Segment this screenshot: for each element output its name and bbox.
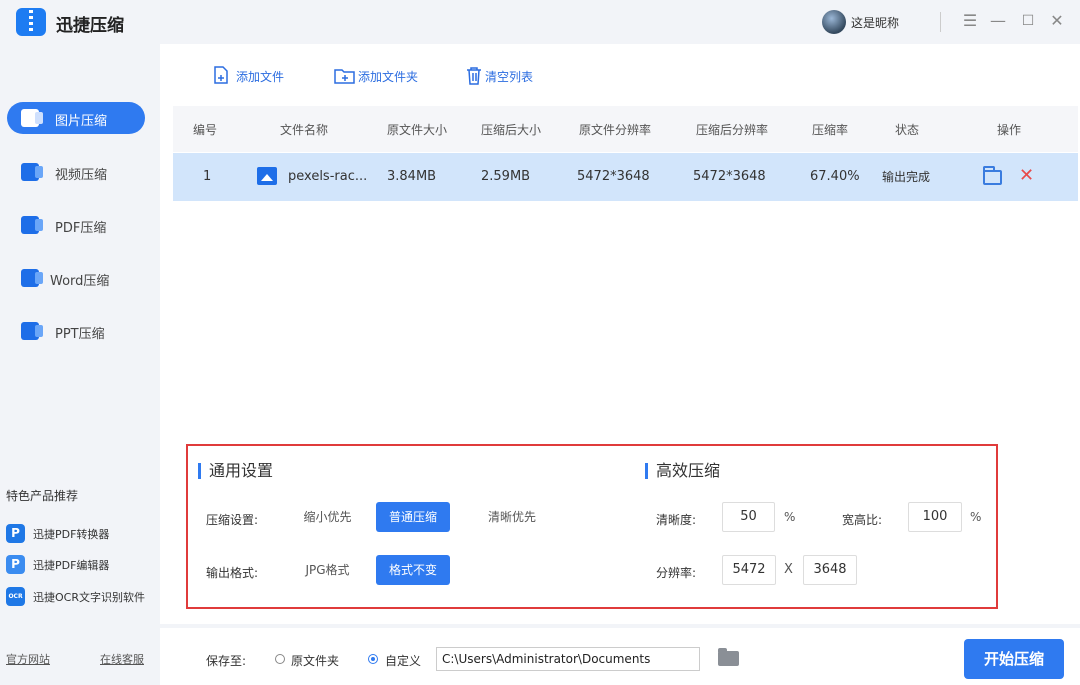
clarity-label: 清晰度:	[656, 513, 697, 527]
sidebar-item-label: Word压缩	[50, 274, 110, 289]
aspect-ratio-label: 宽高比:	[842, 513, 883, 527]
col-ratio: 压缩率	[812, 123, 849, 137]
compress-setting-label: 压缩设置:	[206, 513, 259, 527]
option-keep-format[interactable]: 格式不变	[376, 555, 450, 585]
pdf-editor-icon: P	[6, 555, 25, 574]
pdf-converter-icon: P	[6, 524, 25, 543]
add-file-label: 添加文件	[236, 70, 285, 84]
resolution-width-input[interactable]: 5472	[722, 555, 776, 585]
col-index: 编号	[193, 123, 218, 137]
bottom-bar: 保存至: 原文件夹 自定义 C:\Users\Administrator\Doc…	[160, 628, 1080, 685]
row-orig-size: 3.84MB	[387, 169, 437, 184]
avatar[interactable]	[822, 10, 846, 34]
sidebar-item-label: PDF压缩	[55, 221, 107, 236]
row-file-name: pexels-rac...	[288, 169, 368, 184]
row-comp-res: 5472*3648	[693, 169, 766, 184]
ppt-compress-icon	[21, 322, 43, 340]
pdf-compress-icon	[21, 216, 43, 234]
save-to-label: 保存至:	[206, 654, 247, 668]
clarity-input[interactable]: 50	[722, 502, 775, 532]
radio-custom[interactable]	[368, 654, 378, 664]
row-index: 1	[203, 169, 212, 184]
output-format-label: 输出格式:	[206, 566, 259, 580]
sidebar-item-video[interactable]: 视频压缩	[7, 156, 145, 188]
option-jpg[interactable]: JPG格式	[290, 555, 365, 585]
sidebar-item-label: PPT压缩	[55, 327, 105, 342]
save-path-input[interactable]: C:\Users\Administrator\Documents	[436, 647, 700, 671]
open-folder-icon[interactable]	[983, 166, 1002, 185]
col-orig-size: 原文件大小	[387, 123, 448, 137]
row-ratio: 67.40%	[810, 169, 860, 184]
ocr-icon: OCR	[6, 587, 25, 606]
sidebar-item-word[interactable]: Word压缩	[7, 262, 145, 294]
col-comp-size: 压缩后大小	[481, 123, 542, 137]
option-smaller-first[interactable]: 缩小优先	[290, 502, 365, 532]
sidebar-item-label: 视频压缩	[55, 168, 108, 183]
user-nickname[interactable]: 这是昵称	[851, 14, 899, 31]
menu-icon[interactable]: ☰	[960, 11, 980, 31]
sidebar-item-ppt[interactable]: PPT压缩	[7, 315, 145, 347]
video-compress-icon	[21, 163, 43, 181]
add-folder-icon	[334, 69, 355, 84]
word-compress-icon	[21, 269, 43, 287]
browse-folder-icon[interactable]	[718, 648, 739, 666]
clear-list-label: 清空列表	[485, 70, 534, 84]
row-status: 输出完成	[882, 170, 931, 184]
settings-panel: 通用设置 压缩设置: 缩小优先 普通压缩 清晰优先 输出格式: JPG格式 格式…	[186, 444, 998, 609]
trash-icon	[467, 67, 481, 85]
close-icon[interactable]: ✕	[1047, 11, 1067, 31]
app-title: 迅捷压缩	[56, 16, 124, 36]
online-support-link[interactable]: 在线客服	[100, 651, 144, 667]
clarity-unit: %	[784, 510, 796, 524]
resolution-label: 分辨率:	[656, 566, 697, 580]
title-bar: 迅捷压缩 这是昵称 ☰ — ☐ ✕	[0, 0, 1080, 44]
option-clarity-first[interactable]: 清晰优先	[474, 502, 550, 532]
sidebar-item-pdf[interactable]: PDF压缩	[7, 209, 145, 241]
row-comp-size: 2.59MB	[481, 169, 531, 184]
sidebar-item-image[interactable]: 图片压缩	[7, 102, 145, 134]
col-name: 文件名称	[280, 123, 329, 137]
row-orig-res: 5472*3648	[577, 169, 650, 184]
official-website-link[interactable]: 官方网站	[6, 651, 50, 667]
col-comp-res: 压缩后分辨率	[696, 123, 769, 137]
option-normal-compress[interactable]: 普通压缩	[376, 502, 450, 532]
delete-icon[interactable]: ✕	[1019, 165, 1034, 186]
promo-label: 迅捷PDF转换器	[33, 528, 110, 541]
resolution-height-input[interactable]: 3648	[803, 555, 857, 585]
resolution-x-label: X	[784, 562, 793, 577]
custom-label[interactable]: 自定义	[385, 652, 421, 669]
sidebar: 图片压缩 视频压缩 PDF压缩 Word压缩 PPT压缩 特色产品推荐 P 迅捷…	[0, 44, 160, 685]
title-divider	[940, 12, 941, 32]
add-folder-label: 添加文件夹	[358, 70, 419, 84]
col-actions: 操作	[997, 123, 1022, 137]
radio-original-folder[interactable]	[275, 654, 285, 664]
aspect-ratio-unit: %	[970, 510, 982, 524]
zip-logo-icon	[16, 8, 46, 36]
maximize-icon[interactable]: ☐	[1018, 11, 1038, 31]
col-status: 状态	[895, 123, 920, 137]
add-file-icon	[214, 66, 228, 84]
image-file-icon	[257, 167, 277, 185]
aspect-ratio-input[interactable]: 100	[908, 502, 962, 532]
start-compress-button[interactable]: 开始压缩	[964, 639, 1064, 679]
promo-label: 迅捷OCR文字识别软件	[33, 591, 145, 604]
table-row[interactable]: 1 pexels-rac... 3.84MB 2.59MB 5472*3648 …	[173, 153, 1078, 201]
general-settings-title: 通用设置	[198, 463, 273, 479]
col-orig-res: 原文件分辨率	[579, 123, 652, 137]
original-folder-label[interactable]: 原文件夹	[291, 652, 339, 669]
sidebar-item-label: 图片压缩	[55, 114, 108, 129]
image-compress-icon	[21, 109, 43, 127]
promo-title: 特色产品推荐	[6, 489, 79, 503]
table-header: 编号 文件名称 原文件大小 压缩后大小 原文件分辨率 压缩后分辨率 压缩率 状态…	[173, 106, 1078, 152]
promo-label: 迅捷PDF编辑器	[33, 559, 110, 572]
efficient-compress-title: 高效压缩	[645, 463, 720, 479]
minimize-icon[interactable]: —	[988, 11, 1008, 31]
